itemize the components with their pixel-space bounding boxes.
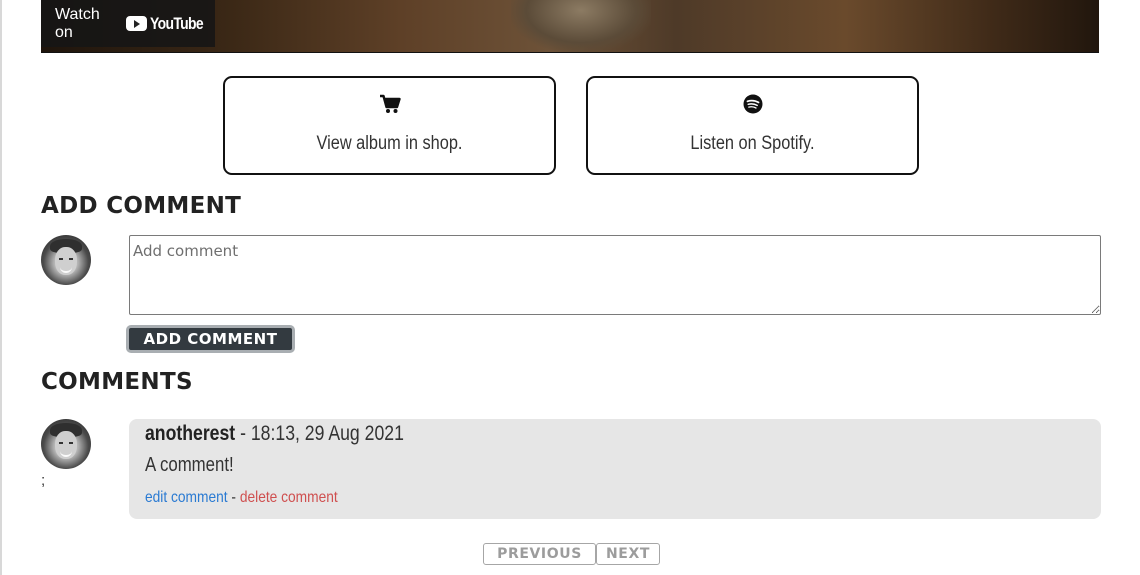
comment-timestamp: 18:13, 29 Aug 2021 — [250, 422, 404, 445]
next-page-button[interactable]: NEXT — [596, 543, 660, 565]
youtube-play-icon — [126, 16, 148, 31]
listen-on-spotify-card[interactable]: Listen on Spotify. — [586, 76, 919, 175]
watch-on-label: Watch on — [55, 5, 100, 41]
spotify-icon — [743, 94, 763, 119]
comment-meta: anotherest - 18:13, 29 Aug 2021 — [145, 422, 404, 446]
add-comment-button[interactable]: ADD COMMENT — [126, 325, 295, 353]
shopping-cart-icon — [379, 94, 401, 119]
previous-page-button[interactable]: PREVIOUS — [483, 543, 596, 565]
comment-actions: edit comment - delete comment — [145, 489, 338, 507]
video-thumbnail-figure — [511, 0, 651, 52]
add-comment-heading: ADD COMMENT — [41, 193, 242, 219]
stray-semicolon-text: ; — [41, 472, 46, 489]
comment-actions-separator: - — [227, 489, 240, 506]
comment-author-avatar — [41, 419, 91, 469]
comment-username: anotherest — [145, 422, 236, 445]
page-left-border — [0, 0, 2, 575]
comments-heading: COMMENTS — [41, 369, 193, 395]
edit-comment-link[interactable]: edit comment — [145, 489, 228, 506]
watch-on-youtube-badge[interactable]: Watch on YouTube — [41, 0, 215, 47]
spotify-link-label: Listen on Spotify. — [690, 133, 815, 154]
pagination: PREVIOUS NEXT — [483, 543, 660, 565]
youtube-wordmark: YouTube — [150, 13, 204, 33]
youtube-video-embed[interactable]: Watch on YouTube — [41, 0, 1099, 53]
comment-text: A comment! — [145, 454, 234, 476]
view-album-in-shop-card[interactable]: View album in shop. — [223, 76, 556, 175]
add-comment-textarea[interactable] — [129, 235, 1101, 315]
delete-comment-link[interactable]: delete comment — [240, 489, 338, 506]
comment-item: anotherest - 18:13, 29 Aug 2021 A commen… — [129, 419, 1101, 519]
shop-link-label: View album in shop. — [316, 133, 463, 154]
youtube-logo: YouTube — [126, 14, 215, 34]
comment-meta-separator: - — [235, 422, 251, 445]
avatar — [41, 235, 91, 285]
